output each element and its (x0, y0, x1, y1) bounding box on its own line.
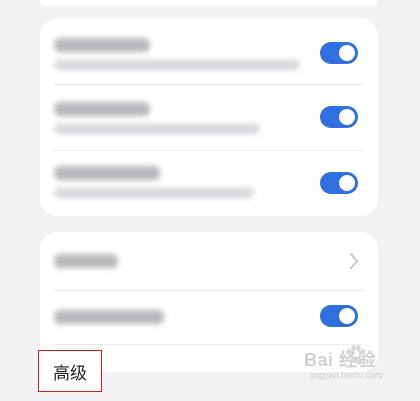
settings-card-1 (40, 18, 378, 216)
row-5-toggle[interactable] (320, 305, 358, 327)
row-1-subtitle-blurred (54, 60, 300, 70)
row-2-toggle[interactable] (320, 106, 358, 128)
row-2-title-blurred (54, 102, 150, 116)
row-2-subtitle-blurred (54, 124, 260, 134)
toggle-knob (339, 45, 355, 61)
chevron-right-icon (350, 253, 358, 269)
row-4-title-blurred (54, 254, 118, 268)
previous-card-edge (40, 0, 378, 6)
settings-row-5[interactable] (40, 290, 378, 346)
row-3-toggle[interactable] (320, 172, 358, 194)
toggle-knob (339, 175, 355, 191)
settings-page: 高级 Bai 经验 jingyan.baidu.com (0, 0, 420, 401)
settings-row-2[interactable] (40, 84, 378, 150)
toggle-knob (339, 308, 355, 324)
paw-icon (346, 345, 366, 364)
advanced-section-highlight: 高级 (38, 350, 102, 392)
advanced-section-label: 高级 (53, 363, 87, 383)
row-1-toggle[interactable] (320, 42, 358, 64)
row-3-subtitle-blurred (54, 188, 254, 198)
baidu-jingyan-watermark: Bai 经验 jingyan.baidu.com (304, 345, 410, 386)
divider (54, 344, 364, 345)
settings-row-4[interactable] (40, 232, 378, 290)
settings-row-3[interactable] (40, 150, 378, 216)
settings-row-1[interactable] (40, 18, 378, 84)
row-5-title-blurred (54, 310, 164, 324)
row-1-title-blurred (54, 38, 150, 52)
toggle-knob (339, 109, 355, 125)
watermark-url: jingyan.baidu.com (310, 370, 383, 380)
row-3-title-blurred (54, 166, 160, 180)
